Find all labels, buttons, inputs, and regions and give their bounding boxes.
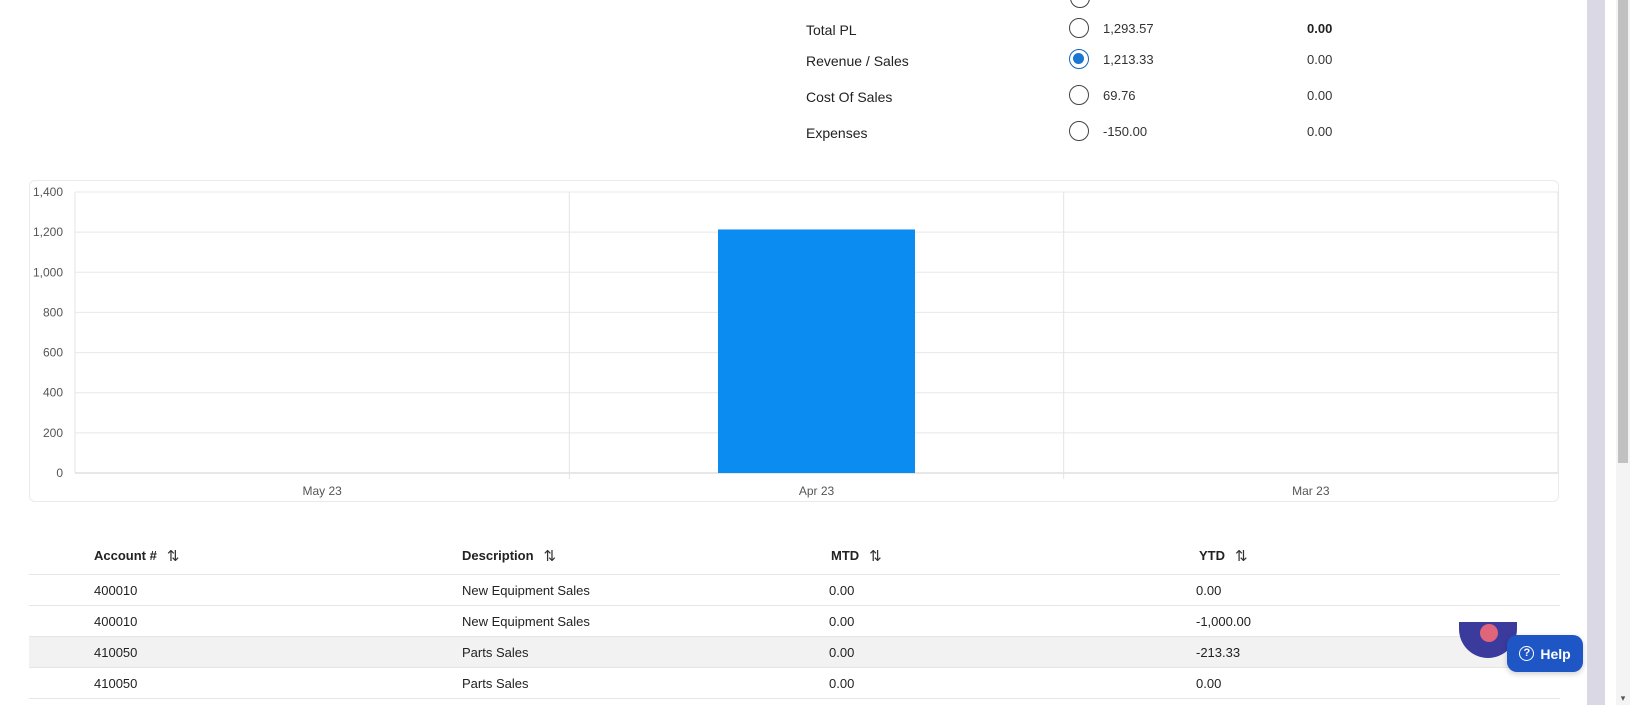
cell-mtd: 0.00 xyxy=(829,676,855,691)
bar xyxy=(718,229,915,473)
header-label: Account # xyxy=(94,548,157,563)
summary-label: Total PL xyxy=(806,22,857,38)
cell-account: 410050 xyxy=(94,676,138,691)
notification-dot xyxy=(1480,624,1498,642)
cell-account: 400010 xyxy=(94,583,138,598)
summary-radio[interactable] xyxy=(1069,85,1089,105)
header-label: YTD xyxy=(1199,548,1225,563)
summary-label: Revenue / Sales xyxy=(806,53,909,69)
cell-account: 400010 xyxy=(94,614,138,629)
page-scrollbar[interactable]: ▾ xyxy=(1587,0,1630,705)
x-tick-label: May 23 xyxy=(302,484,342,498)
x-tick-label: Apr 23 xyxy=(799,484,835,498)
sort-icon[interactable]: ⇅ xyxy=(167,547,180,565)
summary-value-2: 0.00 xyxy=(1307,88,1333,103)
column-header-mtd[interactable]: MTD ⇅ xyxy=(831,547,882,565)
accounts-table: Account # ⇅ Description ⇅ MTD ⇅ YTD ⇅ 400010… xyxy=(29,538,1560,699)
table-header: Account # ⇅ Description ⇅ MTD ⇅ YTD ⇅ xyxy=(29,538,1560,575)
y-tick-label: 1,200 xyxy=(33,225,63,239)
bar-chart: 0 200 400 600 800 1,000 1,200 1,400 May 23 Apr 23… xyxy=(29,180,1559,502)
summary-row: Expenses -150.00 0.00 xyxy=(806,121,1366,147)
summary-label: Cost Of Sales xyxy=(806,89,893,105)
cell-mtd: 0.00 xyxy=(829,645,855,660)
y-tick-label: 200 xyxy=(43,426,63,440)
help-button[interactable]: ? Help xyxy=(1507,635,1583,672)
table-row[interactable]: 400010 New Equipment Sales 0.00 -1,000.0… xyxy=(29,606,1560,637)
column-header-ytd[interactable]: YTD ⇅ xyxy=(1199,547,1248,565)
summary-radio[interactable] xyxy=(1069,49,1089,69)
summary-value-1: -150.00 xyxy=(1103,124,1148,139)
y-tick-label: 800 xyxy=(43,305,63,319)
column-header-description[interactable]: Description ⇅ xyxy=(462,547,556,565)
cell-description: New Equipment Sales xyxy=(462,583,590,598)
header-label: MTD xyxy=(831,548,860,563)
y-tick-label: 400 xyxy=(43,386,63,400)
cell-mtd: 0.00 xyxy=(829,583,855,598)
column-header-account[interactable]: Account # ⇅ xyxy=(94,547,179,565)
summary-row: Cost Of Sales 69.76 0.00 xyxy=(806,85,1366,111)
cell-description: Parts Sales xyxy=(462,676,529,691)
help-label: Help xyxy=(1540,645,1571,662)
cell-ytd: -213.33 xyxy=(1196,645,1241,660)
scroll-thumb[interactable] xyxy=(1618,0,1628,463)
summary-value-1: 1,213.33 xyxy=(1103,52,1154,67)
scroll-gutter xyxy=(1587,0,1605,705)
chart-svg: 0 200 400 600 800 1,000 1,200 1,400 May 23 Apr 23… xyxy=(33,185,1559,498)
y-tick-label: 0 xyxy=(56,466,63,480)
y-tick-label: 1,000 xyxy=(33,265,63,279)
header-label: Description xyxy=(462,548,534,563)
y-tick-label: 1,400 xyxy=(33,185,63,199)
summary-radio[interactable] xyxy=(1069,121,1089,141)
summary-radio[interactable] xyxy=(1069,18,1089,38)
cell-ytd: 0.00 xyxy=(1196,583,1222,598)
summary-value-2: 0.00 xyxy=(1307,124,1333,139)
summary-value-2: 0.00 xyxy=(1307,21,1333,36)
summary-row: Total PL 1,293.57 0.00 xyxy=(806,18,1366,44)
help-icon: ? xyxy=(1519,646,1535,661)
summary-label: Expenses xyxy=(806,125,868,141)
table-row[interactable]: 400010 New Equipment Sales 0.00 0.00 xyxy=(29,575,1560,606)
cell-account: 410050 xyxy=(94,645,138,660)
cell-description: New Equipment Sales xyxy=(462,614,590,629)
sort-icon[interactable]: ⇅ xyxy=(544,547,557,565)
scroll-down-icon[interactable]: ▾ xyxy=(1618,693,1628,703)
table-row[interactable]: 410050 Parts Sales 0.00 -213.33 xyxy=(29,637,1560,668)
table-row[interactable]: 410050 Parts Sales 0.00 0.00 xyxy=(29,668,1560,699)
summary-value-2: 0.00 xyxy=(1307,52,1333,67)
x-tick-label: Mar 23 xyxy=(1292,484,1330,498)
summary-value-1: 1,293.57 xyxy=(1103,21,1154,36)
cell-description: Parts Sales xyxy=(462,645,529,660)
sort-icon[interactable]: ⇅ xyxy=(1235,547,1248,565)
sort-icon[interactable]: ⇅ xyxy=(869,547,882,565)
cell-mtd: 0.00 xyxy=(829,614,855,629)
summary-value-1: 69.76 xyxy=(1103,88,1136,103)
radio-partial[interactable] xyxy=(1070,0,1090,8)
summary-row: Revenue / Sales 1,213.33 0.00 xyxy=(806,49,1366,75)
cell-ytd: 0.00 xyxy=(1196,676,1222,691)
y-tick-label: 600 xyxy=(43,346,63,360)
cell-ytd: -1,000.00 xyxy=(1196,614,1251,629)
